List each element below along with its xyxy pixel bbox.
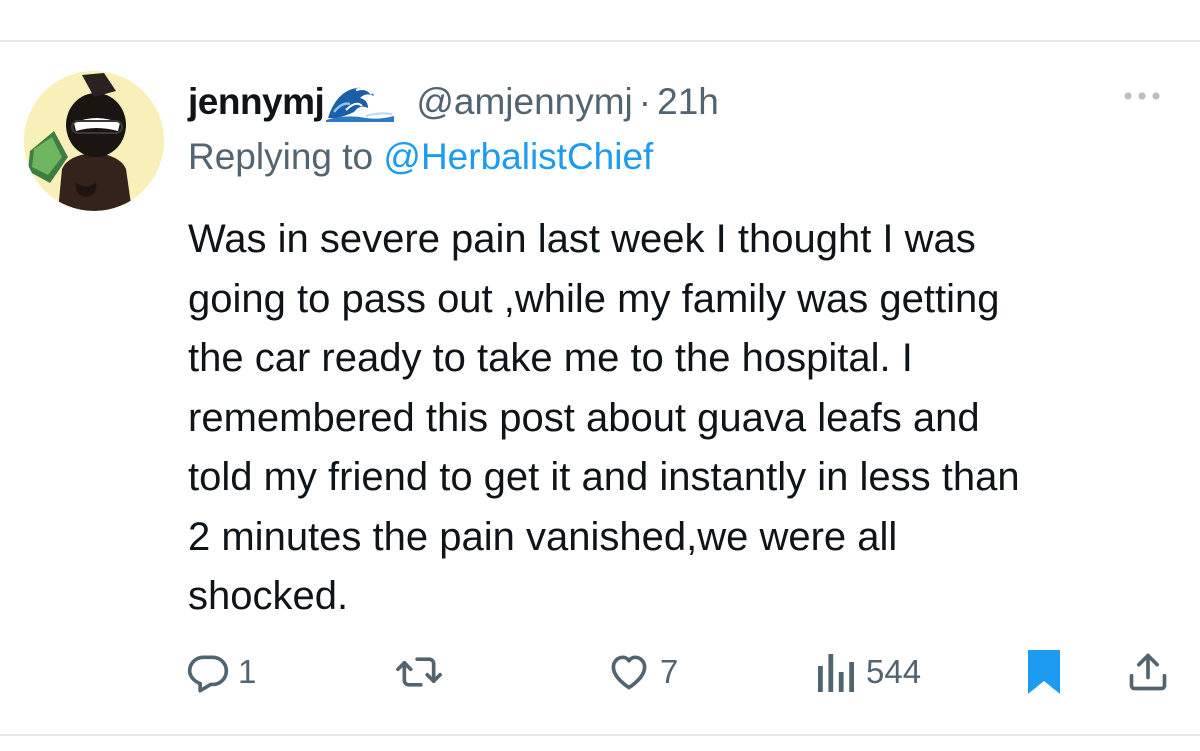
top-divider <box>0 40 1200 42</box>
more-icon <box>1124 92 1160 100</box>
repost-icon <box>396 657 442 687</box>
more-button[interactable] <box>1112 84 1172 108</box>
bottom-divider <box>0 734 1200 736</box>
reply-button[interactable]: 1 <box>186 640 256 704</box>
wave-emoji-icon <box>326 82 395 122</box>
views-button[interactable]: 544 <box>816 640 921 704</box>
bookmark-button[interactable] <box>1024 640 1064 704</box>
tweet-text-line: 2 minutes the pain vanished,we were all <box>188 514 898 559</box>
action-bar: 1 7 544 <box>0 640 1200 704</box>
views-count: 544 <box>866 653 922 690</box>
share-icon <box>1129 653 1167 691</box>
like-icon <box>611 655 647 690</box>
repost-button[interactable] <box>394 640 452 704</box>
tweet-text-line: told my friend to get it and instantly i… <box>188 455 1020 499</box>
tweet-text-line: remembered this post about guava leafs a… <box>188 395 980 440</box>
tweet-text-line: the car ready to take me to the hospital… <box>188 336 913 380</box>
tweet-text: Was in severe pain last week I thought I… <box>188 210 1188 627</box>
share-button[interactable] <box>1126 640 1170 704</box>
like-count: 7 <box>660 653 679 690</box>
tweet-text-line: shocked. <box>188 574 349 618</box>
avatar[interactable] <box>24 71 164 211</box>
tweet-text-line: going to pass out ,while my family was g… <box>188 276 1000 321</box>
reply-icon <box>187 655 229 693</box>
reply-count: 1 <box>238 653 257 690</box>
replying-to: Replying to @HerbalistChief <box>188 136 653 178</box>
like-button[interactable]: 7 <box>606 640 678 704</box>
author-handle[interactable]: @amjennymj <box>416 81 632 123</box>
timestamp[interactable]: 21h <box>657 81 719 123</box>
bookmark-icon <box>1028 650 1060 694</box>
tweet-text-line: Was in severe pain last week I thought I… <box>188 217 976 261</box>
display-name[interactable]: jennymj <box>188 81 325 123</box>
tweet-header: jennymj @amjennymj · 21h <box>188 72 719 132</box>
reply-target-link[interactable]: @HerbalistChief <box>383 136 653 177</box>
views-icon <box>818 654 854 692</box>
replying-to-label: Replying to <box>188 136 384 177</box>
separator-dot: · <box>638 81 652 122</box>
